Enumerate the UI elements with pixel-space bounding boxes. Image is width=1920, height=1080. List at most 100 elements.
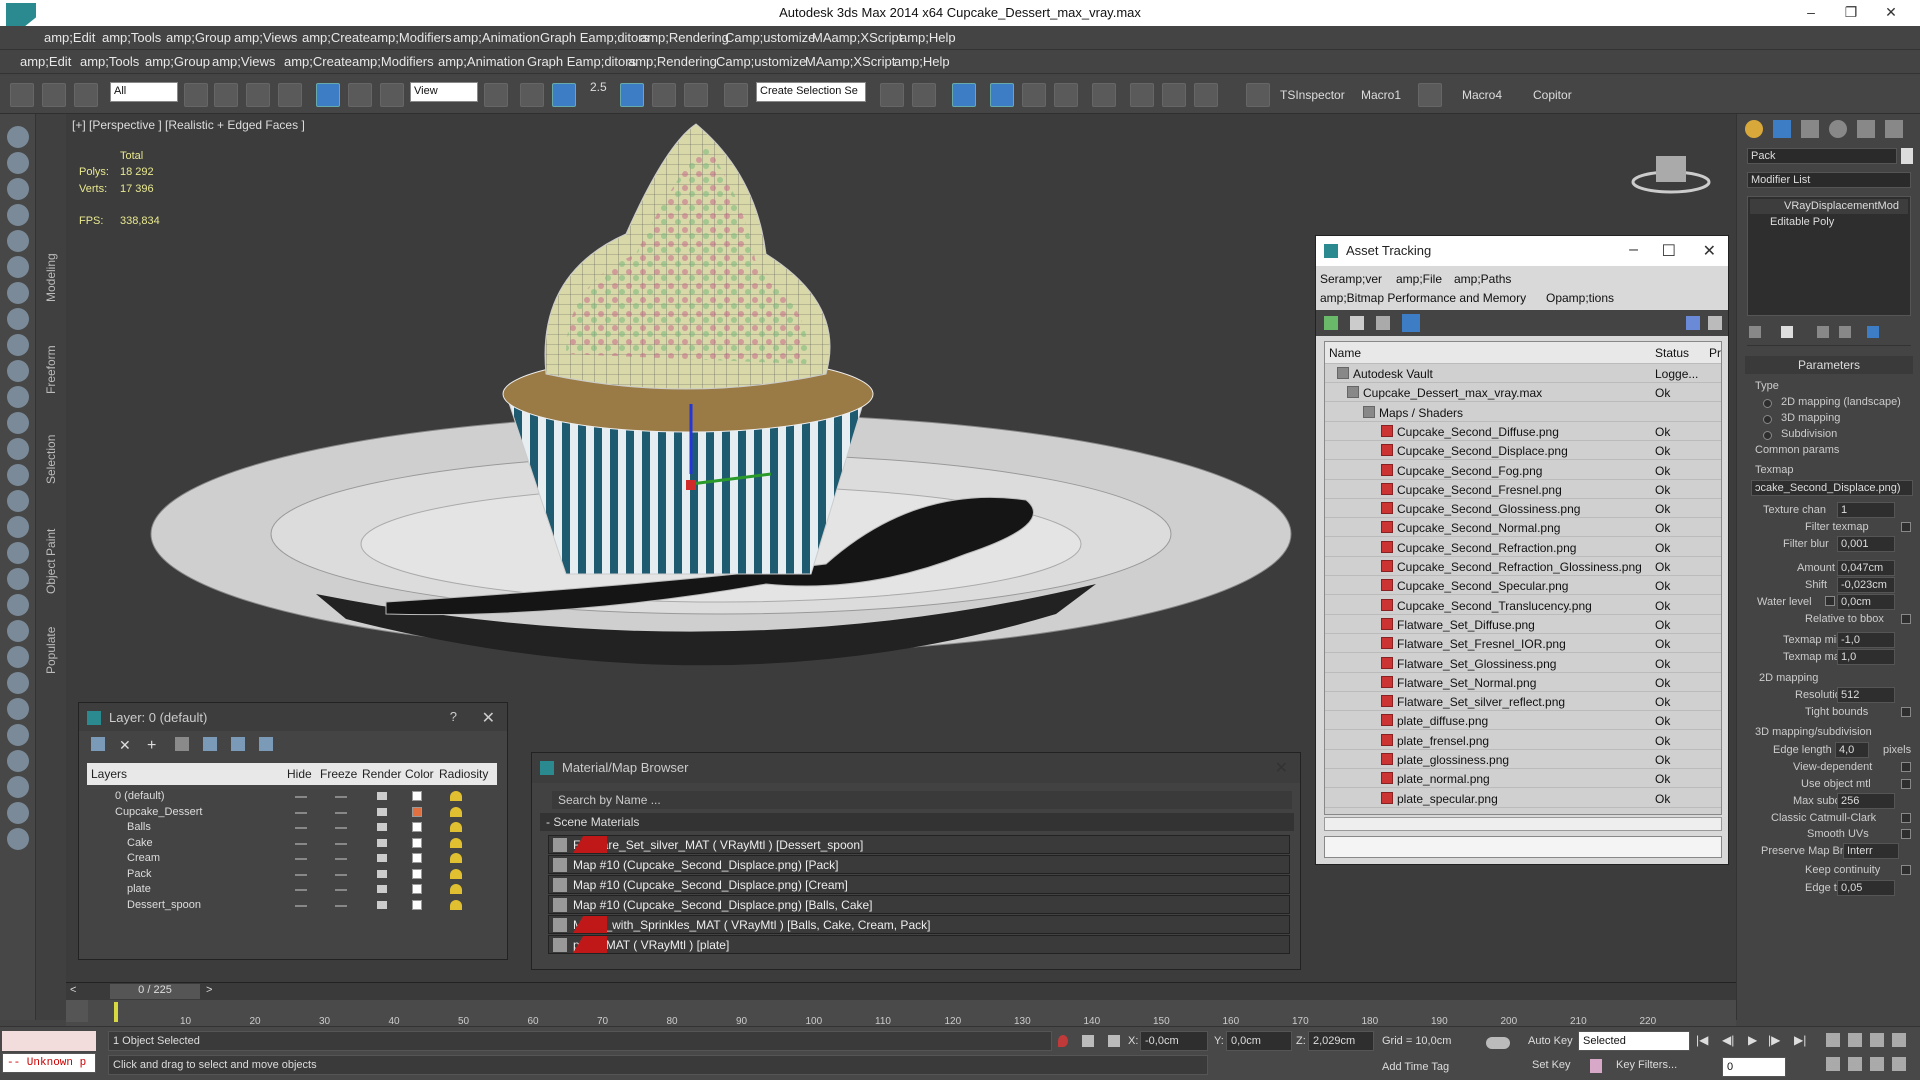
menu-item-menu2-6[interactable]: amp;Animation [438, 54, 525, 69]
maxscript-listener[interactable]: -- Unknown p [2, 1053, 96, 1073]
set-key-icon[interactable] [1590, 1059, 1602, 1073]
freeze-all-icon[interactable] [259, 737, 273, 751]
render-icon[interactable] [377, 838, 387, 847]
menu-item-menu1-9[interactable]: Camp;ustomize [725, 30, 815, 45]
material-row[interactable]: plate_MAT ( VRayMtl ) [plate] [548, 935, 1290, 954]
render-production-icon[interactable] [1194, 83, 1218, 107]
relative-bbox-checkbox[interactable] [1901, 614, 1911, 624]
texture-chan-input[interactable]: 1 [1837, 502, 1895, 518]
catmull-clark-checkbox[interactable] [1901, 813, 1911, 823]
tool-icon-23[interactable] [7, 724, 29, 746]
layer-create-icon[interactable] [91, 737, 105, 751]
material-row[interactable]: Muffin_with_Sprinkles_MAT ( VRayMtl ) [B… [548, 915, 1290, 934]
tool-icon-6[interactable] [7, 282, 29, 304]
asset-menu-server[interactable]: Seramp;ver [1320, 272, 1382, 286]
add-to-layer-icon[interactable]: + [147, 737, 156, 755]
radiosity-icon[interactable] [450, 791, 462, 801]
highlight-layer-icon[interactable] [203, 737, 217, 751]
radiosity-icon[interactable] [450, 806, 462, 817]
col-color[interactable]: Color [405, 767, 434, 781]
parameters-rollout[interactable]: Parameters [1745, 356, 1913, 374]
macro4-button[interactable]: Macro4 [1462, 88, 1502, 102]
asset-row[interactable]: Cupcake_Second_Fog.png Ok [1325, 461, 1721, 480]
remove-modifier-icon[interactable] [1839, 326, 1851, 338]
copitor-button[interactable]: Copitor [1533, 88, 1572, 102]
time-slider[interactable]: 0 / 225 < > [66, 982, 1736, 1000]
asset-row[interactable]: Flatware_Set_Fresnel_IOR.png Ok [1325, 634, 1721, 654]
tool-icon-13[interactable] [7, 464, 29, 486]
menu-item-menu2-2[interactable]: amp;Group [145, 54, 210, 69]
object-name-input[interactable]: Pack [1747, 148, 1897, 164]
material-search-input[interactable]: Search by Name ... [552, 791, 1292, 809]
maximize-viewport-icon[interactable] [1892, 1057, 1906, 1071]
snap-toggle[interactable]: 2.5 [590, 80, 607, 94]
tool-icon-11[interactable] [7, 412, 29, 434]
goto-end-icon[interactable]: ▶| [1794, 1033, 1806, 1047]
render-icon[interactable] [377, 869, 387, 878]
key-filters-button[interactable]: Key Filters... [1616, 1059, 1677, 1071]
asset-col-name[interactable]: Name [1329, 346, 1361, 360]
edit-named-selection-icon[interactable] [724, 83, 748, 107]
configure-sets-icon[interactable] [1867, 326, 1879, 338]
ribbon-tab-selection[interactable]: Selection [44, 435, 58, 484]
hide-all-icon[interactable] [231, 737, 245, 751]
pivot-center-icon[interactable] [484, 83, 508, 107]
radiosity-icon[interactable] [450, 868, 462, 879]
orbit-icon[interactable] [1870, 1057, 1884, 1071]
tool-icon-3[interactable] [7, 204, 29, 226]
menu-item-menu2-3[interactable]: amp;Views [212, 54, 275, 69]
tool-icon-19[interactable] [7, 620, 29, 642]
layer-hide-toggle[interactable] [295, 827, 307, 829]
menu-item-menu1-11[interactable]: amp;Help [900, 30, 956, 45]
amount-input[interactable]: 0,047cm [1837, 560, 1895, 576]
layer-name[interactable]: Cupcake_Dessert [115, 806, 202, 818]
tool-icon-26[interactable] [7, 802, 29, 824]
layer-color-swatch[interactable] [412, 806, 422, 817]
max-subdivs-input[interactable]: 256 [1837, 793, 1895, 809]
layer-name[interactable]: 0 (default) [115, 790, 165, 802]
layer-freeze-toggle[interactable] [335, 858, 347, 860]
asset-menu-bitmap[interactable]: amp;Bitmap Performance and Memory [1320, 291, 1526, 305]
pin-stack-icon[interactable] [1749, 326, 1761, 338]
tool-icon-1[interactable] [7, 152, 29, 174]
ribbon-tab-object-paint[interactable]: Object Paint [44, 529, 58, 594]
macro4-icon[interactable] [1418, 83, 1442, 107]
close-icon[interactable]: ✕ [1876, 4, 1906, 21]
menu-item-menu2-8[interactable]: amp;Rendering [628, 54, 717, 69]
radiosity-icon[interactable] [450, 884, 462, 894]
asset-menu-paths[interactable]: amp;Paths [1454, 272, 1511, 286]
zoom-icon[interactable] [1826, 1033, 1840, 1047]
tool-icon-12[interactable] [7, 438, 29, 460]
curve-editor-icon[interactable] [1022, 83, 1046, 107]
col-layers[interactable]: Layers [91, 767, 127, 781]
track-bar[interactable]: 10 20 30 40 50 60 70 80 90 100 110 120 130 140 150 160 1… [66, 1000, 1736, 1027]
menu-item-menu1-1[interactable]: amp;Tools [102, 30, 161, 45]
tool-icon-8[interactable] [7, 334, 29, 356]
asset-row[interactable]: Cupcake_Second_Diffuse.png Ok [1325, 422, 1721, 441]
menu-item-menu2-1[interactable]: amp;Tools [80, 54, 139, 69]
layer-freeze-toggle[interactable] [335, 827, 347, 829]
zoom-all-icon[interactable] [1848, 1033, 1862, 1047]
field-of-view-icon[interactable] [1826, 1057, 1840, 1071]
asset-row[interactable]: plate_normal.png Ok [1325, 769, 1721, 789]
resolution-input[interactable]: 512 [1837, 687, 1895, 703]
layer-hide-toggle[interactable] [295, 889, 307, 891]
asset-row[interactable]: Cupcake_Second_Refraction_Glossiness.png… [1325, 557, 1721, 576]
select-by-name-icon[interactable] [214, 83, 238, 107]
prev-key-icon[interactable]: ◀| [1722, 1033, 1734, 1047]
layer-color-swatch[interactable] [412, 822, 422, 832]
col-radiosity[interactable]: Radiosity [439, 767, 488, 781]
minimize-icon[interactable]: – [1796, 4, 1826, 20]
link-icon[interactable] [10, 83, 34, 107]
menu-item-menu1-8[interactable]: amp;Rendering [640, 30, 729, 45]
render-icon[interactable] [377, 807, 387, 816]
col-hide[interactable]: Hide [287, 767, 312, 781]
render-icon[interactable] [377, 792, 387, 800]
asset-row[interactable]: Flatware_Set_silver_reflect.png Ok [1325, 692, 1721, 712]
matbrowser-close-icon[interactable]: ✕ [1275, 758, 1288, 778]
layer-freeze-toggle[interactable] [335, 796, 347, 798]
render-icon[interactable] [377, 885, 387, 893]
render-icon[interactable] [377, 823, 387, 831]
radiosity-icon[interactable] [450, 822, 462, 832]
unlink-icon[interactable] [42, 83, 66, 107]
